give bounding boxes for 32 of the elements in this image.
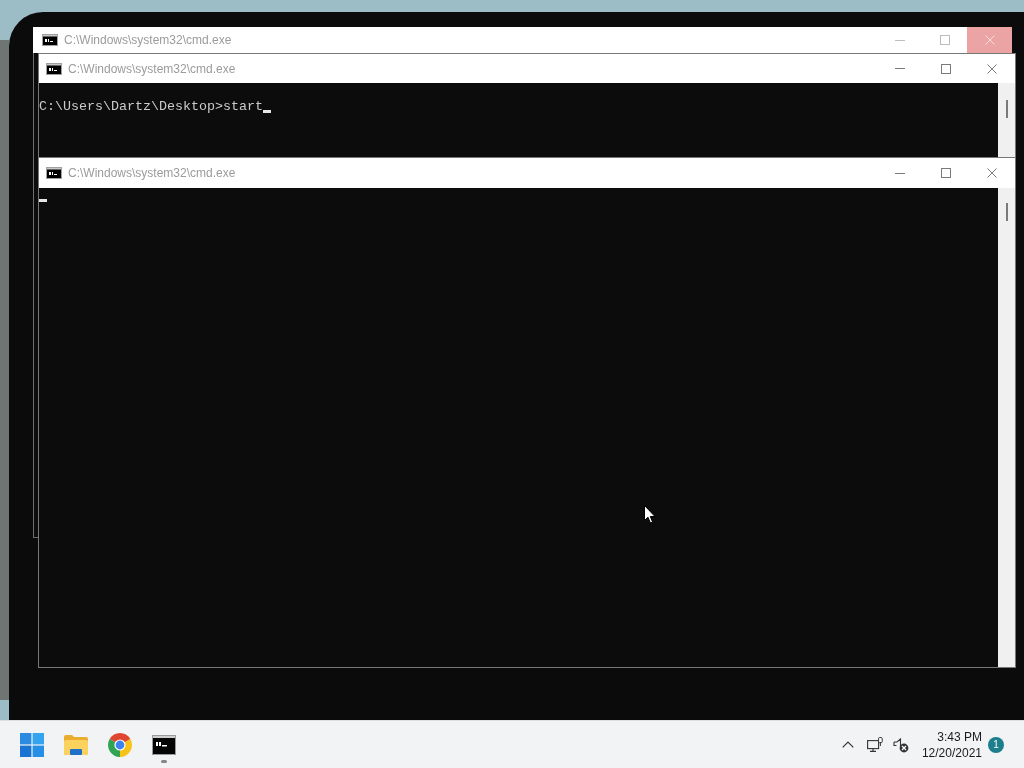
- clock-date: 12/20/2021: [921, 744, 982, 761]
- minimize-icon: [895, 172, 905, 174]
- close-icon: [984, 35, 995, 45]
- terminal-icon[interactable]: [152, 734, 176, 755]
- maximize-icon: [941, 168, 951, 178]
- start-icon[interactable]: [20, 732, 44, 757]
- terminal-icon: [46, 62, 62, 75]
- maximize-icon: [939, 35, 950, 45]
- speaker-muted-icon[interactable]: [892, 736, 909, 753]
- close-icon: [987, 168, 997, 178]
- window-title: C:\Windows\system32\cmd.exe: [64, 32, 232, 48]
- console-area[interactable]: C:\Users\Dartz\Desktop>start: [39, 83, 1015, 157]
- round-logo-icon[interactable]: [108, 732, 132, 757]
- folder-icon[interactable]: [64, 734, 88, 755]
- clock-time: 3:43 PM: [937, 728, 982, 745]
- terminal-icon: [46, 167, 62, 179]
- console-line: C:\Users\Dartz\Desktop>start: [39, 99, 263, 115]
- network-icon[interactable]: [866, 736, 883, 753]
- scrollbar[interactable]: [998, 83, 1015, 157]
- window-title: C:\Windows\system32\cmd.exe: [68, 60, 236, 77]
- minimize-icon: [894, 39, 905, 41]
- mouse-pointer-icon: [644, 505, 656, 524]
- chevron-up-icon[interactable]: [841, 741, 854, 748]
- scrollbar-thumb[interactable]: [1006, 100, 1008, 118]
- scrollbar[interactable]: [998, 188, 1015, 667]
- window-title: C:\Windows\system32\cmd.exe: [68, 165, 236, 181]
- close-icon: [987, 63, 997, 74]
- terminal-icon: [42, 34, 58, 46]
- maximize-icon: [941, 63, 951, 74]
- notification-badge[interactable]: 1: [988, 736, 1004, 753]
- scrollbar-thumb[interactable]: [1006, 203, 1008, 221]
- minimize-icon: [895, 68, 905, 69]
